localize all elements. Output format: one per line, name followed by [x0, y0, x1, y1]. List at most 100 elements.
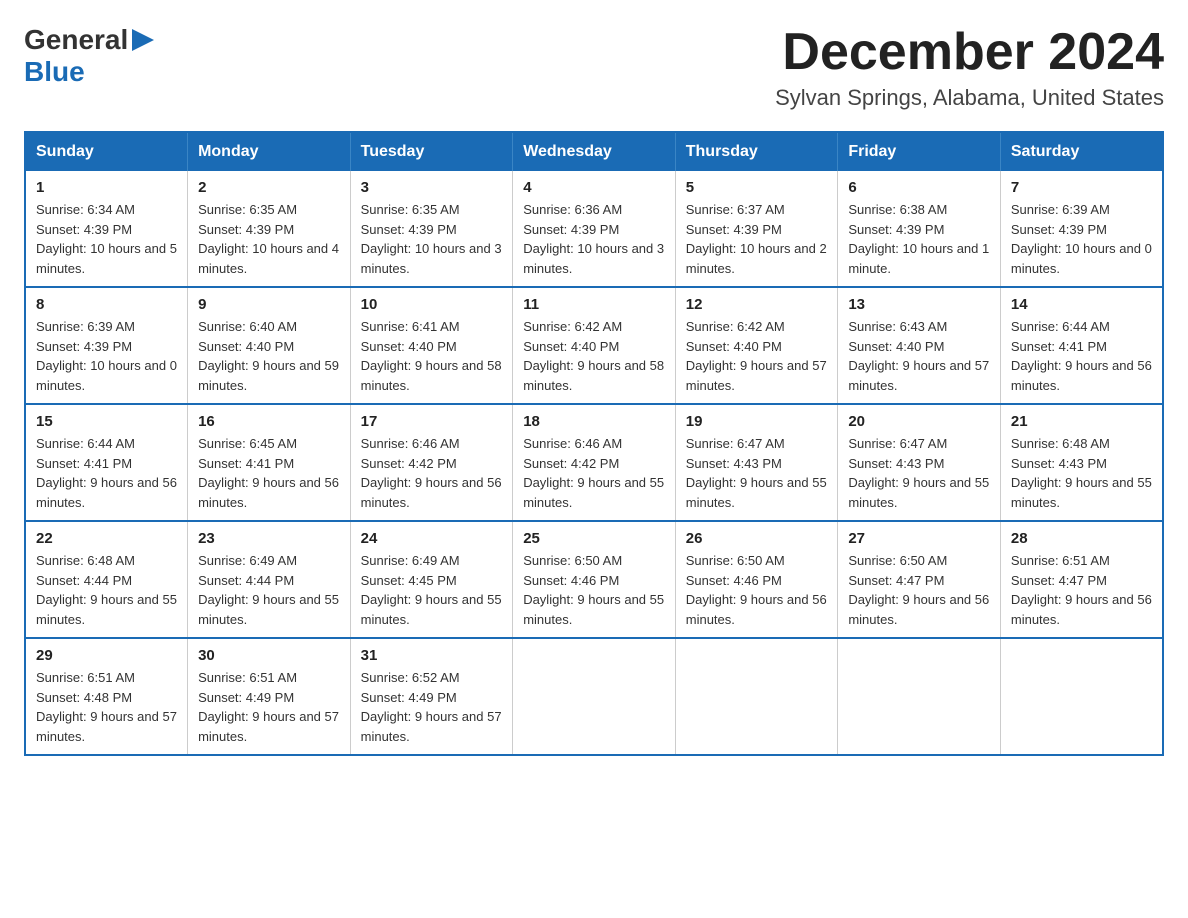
day-info: Sunrise: 6:48 AM Sunset: 4:44 PM Dayligh…	[36, 551, 177, 629]
day-number: 16	[198, 413, 340, 430]
logo-blue-text: Blue	[24, 56, 85, 88]
day-info: Sunrise: 6:41 AM Sunset: 4:40 PM Dayligh…	[361, 317, 503, 395]
day-info: Sunrise: 6:48 AM Sunset: 4:43 PM Dayligh…	[1011, 434, 1152, 512]
calendar-day-cell: 3 Sunrise: 6:35 AM Sunset: 4:39 PM Dayli…	[350, 171, 513, 287]
day-number: 26	[686, 530, 828, 547]
day-info: Sunrise: 6:35 AM Sunset: 4:39 PM Dayligh…	[198, 200, 340, 278]
calendar-day-cell: 20 Sunrise: 6:47 AM Sunset: 4:43 PM Dayl…	[838, 404, 1001, 521]
calendar-day-cell: 31 Sunrise: 6:52 AM Sunset: 4:49 PM Dayl…	[350, 638, 513, 755]
calendar-day-cell	[1000, 638, 1163, 755]
calendar-day-cell: 16 Sunrise: 6:45 AM Sunset: 4:41 PM Dayl…	[188, 404, 351, 521]
calendar-day-cell: 12 Sunrise: 6:42 AM Sunset: 4:40 PM Dayl…	[675, 287, 838, 404]
day-number: 31	[361, 647, 503, 664]
calendar-week-row: 8 Sunrise: 6:39 AM Sunset: 4:39 PM Dayli…	[25, 287, 1163, 404]
calendar-day-cell: 5 Sunrise: 6:37 AM Sunset: 4:39 PM Dayli…	[675, 171, 838, 287]
day-number: 25	[523, 530, 665, 547]
page-header: General Blue December 2024 Sylvan Spring…	[24, 24, 1164, 111]
day-info: Sunrise: 6:34 AM Sunset: 4:39 PM Dayligh…	[36, 200, 177, 278]
col-thursday: Thursday	[675, 132, 838, 171]
day-number: 9	[198, 296, 340, 313]
day-number: 18	[523, 413, 665, 430]
day-info: Sunrise: 6:44 AM Sunset: 4:41 PM Dayligh…	[36, 434, 177, 512]
calendar-day-cell: 11 Sunrise: 6:42 AM Sunset: 4:40 PM Dayl…	[513, 287, 676, 404]
day-info: Sunrise: 6:39 AM Sunset: 4:39 PM Dayligh…	[36, 317, 177, 395]
calendar-day-cell: 22 Sunrise: 6:48 AM Sunset: 4:44 PM Dayl…	[25, 521, 188, 638]
day-number: 27	[848, 530, 990, 547]
calendar-day-cell: 6 Sunrise: 6:38 AM Sunset: 4:39 PM Dayli…	[838, 171, 1001, 287]
calendar-day-cell: 15 Sunrise: 6:44 AM Sunset: 4:41 PM Dayl…	[25, 404, 188, 521]
day-info: Sunrise: 6:50 AM Sunset: 4:46 PM Dayligh…	[686, 551, 828, 629]
calendar-header-row: Sunday Monday Tuesday Wednesday Thursday…	[25, 132, 1163, 171]
col-sunday: Sunday	[25, 132, 188, 171]
day-number: 12	[686, 296, 828, 313]
calendar-day-cell: 10 Sunrise: 6:41 AM Sunset: 4:40 PM Dayl…	[350, 287, 513, 404]
calendar-day-cell: 25 Sunrise: 6:50 AM Sunset: 4:46 PM Dayl…	[513, 521, 676, 638]
day-number: 4	[523, 179, 665, 196]
calendar-table: Sunday Monday Tuesday Wednesday Thursday…	[24, 131, 1164, 756]
day-info: Sunrise: 6:51 AM Sunset: 4:47 PM Dayligh…	[1011, 551, 1152, 629]
day-number: 1	[36, 179, 177, 196]
day-info: Sunrise: 6:38 AM Sunset: 4:39 PM Dayligh…	[848, 200, 990, 278]
logo: General Blue	[24, 24, 154, 88]
day-info: Sunrise: 6:45 AM Sunset: 4:41 PM Dayligh…	[198, 434, 340, 512]
day-number: 3	[361, 179, 503, 196]
col-wednesday: Wednesday	[513, 132, 676, 171]
calendar-day-cell: 18 Sunrise: 6:46 AM Sunset: 4:42 PM Dayl…	[513, 404, 676, 521]
calendar-week-row: 15 Sunrise: 6:44 AM Sunset: 4:41 PM Dayl…	[25, 404, 1163, 521]
day-info: Sunrise: 6:50 AM Sunset: 4:46 PM Dayligh…	[523, 551, 665, 629]
day-info: Sunrise: 6:40 AM Sunset: 4:40 PM Dayligh…	[198, 317, 340, 395]
calendar-day-cell: 27 Sunrise: 6:50 AM Sunset: 4:47 PM Dayl…	[838, 521, 1001, 638]
day-number: 5	[686, 179, 828, 196]
day-info: Sunrise: 6:52 AM Sunset: 4:49 PM Dayligh…	[361, 668, 503, 746]
calendar-day-cell: 23 Sunrise: 6:49 AM Sunset: 4:44 PM Dayl…	[188, 521, 351, 638]
calendar-day-cell: 21 Sunrise: 6:48 AM Sunset: 4:43 PM Dayl…	[1000, 404, 1163, 521]
calendar-day-cell: 26 Sunrise: 6:50 AM Sunset: 4:46 PM Dayl…	[675, 521, 838, 638]
day-info: Sunrise: 6:39 AM Sunset: 4:39 PM Dayligh…	[1011, 200, 1152, 278]
day-number: 23	[198, 530, 340, 547]
day-number: 13	[848, 296, 990, 313]
calendar-day-cell: 8 Sunrise: 6:39 AM Sunset: 4:39 PM Dayli…	[25, 287, 188, 404]
day-info: Sunrise: 6:51 AM Sunset: 4:49 PM Dayligh…	[198, 668, 340, 746]
day-info: Sunrise: 6:47 AM Sunset: 4:43 PM Dayligh…	[848, 434, 990, 512]
day-number: 24	[361, 530, 503, 547]
calendar-day-cell: 19 Sunrise: 6:47 AM Sunset: 4:43 PM Dayl…	[675, 404, 838, 521]
calendar-week-row: 22 Sunrise: 6:48 AM Sunset: 4:44 PM Dayl…	[25, 521, 1163, 638]
day-number: 6	[848, 179, 990, 196]
location-subtitle: Sylvan Springs, Alabama, United States	[775, 85, 1164, 111]
calendar-day-cell: 30 Sunrise: 6:51 AM Sunset: 4:49 PM Dayl…	[188, 638, 351, 755]
day-number: 8	[36, 296, 177, 313]
day-number: 30	[198, 647, 340, 664]
calendar-day-cell	[513, 638, 676, 755]
calendar-day-cell	[675, 638, 838, 755]
day-info: Sunrise: 6:35 AM Sunset: 4:39 PM Dayligh…	[361, 200, 503, 278]
day-number: 28	[1011, 530, 1152, 547]
day-number: 22	[36, 530, 177, 547]
day-number: 10	[361, 296, 503, 313]
day-number: 2	[198, 179, 340, 196]
day-info: Sunrise: 6:47 AM Sunset: 4:43 PM Dayligh…	[686, 434, 828, 512]
day-number: 29	[36, 647, 177, 664]
day-info: Sunrise: 6:50 AM Sunset: 4:47 PM Dayligh…	[848, 551, 990, 629]
logo-triangle-icon	[132, 29, 154, 51]
logo-general-text: General	[24, 24, 128, 56]
calendar-day-cell: 29 Sunrise: 6:51 AM Sunset: 4:48 PM Dayl…	[25, 638, 188, 755]
calendar-day-cell: 17 Sunrise: 6:46 AM Sunset: 4:42 PM Dayl…	[350, 404, 513, 521]
day-info: Sunrise: 6:51 AM Sunset: 4:48 PM Dayligh…	[36, 668, 177, 746]
col-saturday: Saturday	[1000, 132, 1163, 171]
day-info: Sunrise: 6:46 AM Sunset: 4:42 PM Dayligh…	[361, 434, 503, 512]
day-info: Sunrise: 6:37 AM Sunset: 4:39 PM Dayligh…	[686, 200, 828, 278]
day-info: Sunrise: 6:49 AM Sunset: 4:45 PM Dayligh…	[361, 551, 503, 629]
day-info: Sunrise: 6:42 AM Sunset: 4:40 PM Dayligh…	[686, 317, 828, 395]
day-number: 14	[1011, 296, 1152, 313]
day-number: 20	[848, 413, 990, 430]
day-info: Sunrise: 6:46 AM Sunset: 4:42 PM Dayligh…	[523, 434, 665, 512]
month-year-title: December 2024	[775, 24, 1164, 81]
day-info: Sunrise: 6:42 AM Sunset: 4:40 PM Dayligh…	[523, 317, 665, 395]
col-friday: Friday	[838, 132, 1001, 171]
day-number: 21	[1011, 413, 1152, 430]
calendar-day-cell: 1 Sunrise: 6:34 AM Sunset: 4:39 PM Dayli…	[25, 171, 188, 287]
calendar-day-cell: 9 Sunrise: 6:40 AM Sunset: 4:40 PM Dayli…	[188, 287, 351, 404]
calendar-week-row: 1 Sunrise: 6:34 AM Sunset: 4:39 PM Dayli…	[25, 171, 1163, 287]
title-block: December 2024 Sylvan Springs, Alabama, U…	[775, 24, 1164, 111]
day-number: 7	[1011, 179, 1152, 196]
